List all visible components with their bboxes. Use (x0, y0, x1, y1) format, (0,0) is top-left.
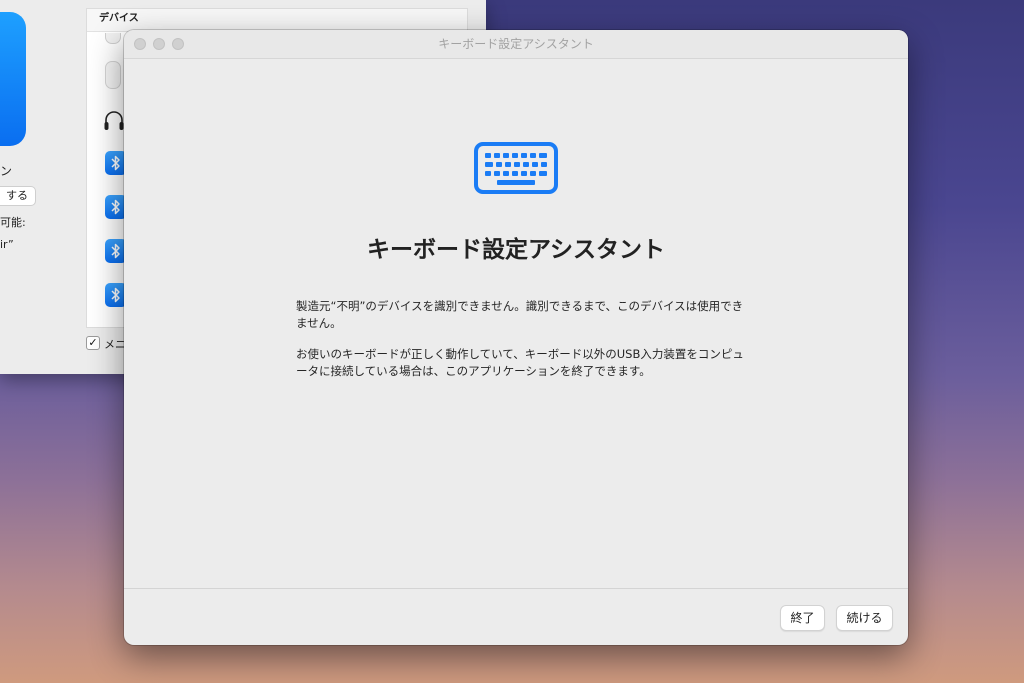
computer-name-label: ン (0, 164, 13, 178)
mouse-icon (105, 61, 121, 89)
keyboard-icon (473, 141, 559, 199)
discoverable-name: ir” (0, 238, 14, 251)
desktop: ン する 可能: ir” デバイス ✓ メニ キーボード設定アシスタント キーボ… (0, 0, 1024, 683)
mouse-icon (105, 33, 121, 44)
footer-divider (124, 588, 908, 589)
quit-instructions-message: お使いのキーボードが正しく動作していて、キーボード以外のUSB入力装置をコンピュ… (296, 347, 744, 378)
show-in-menu-checkbox[interactable]: ✓ (86, 336, 100, 350)
headphones-icon (103, 109, 125, 137)
bluetooth-toggle-button[interactable]: する (0, 186, 36, 206)
continue-button[interactable]: 続ける (836, 605, 893, 631)
show-in-menu-label: メニ (104, 338, 126, 351)
device-list-header: デバイス (87, 9, 467, 32)
title-bar[interactable]: キーボード設定アシスタント (124, 30, 908, 59)
assistant-heading: キーボード設定アシスタント (366, 237, 666, 263)
bluetooth-app-icon (0, 12, 26, 146)
discoverable-label: 可能: (0, 216, 26, 229)
quit-button[interactable]: 終了 (780, 605, 825, 631)
unidentified-device-message: 製造元“不明”のデバイスを識別できません。識別できるまで、このデバイスは使用でき… (296, 299, 744, 330)
keyboard-setup-assistant-window: キーボード設定アシスタント キーボード設定アシスタント 製造元“不明”のデバイス… (124, 30, 908, 645)
window-title: キーボード設定アシスタント (438, 37, 594, 51)
